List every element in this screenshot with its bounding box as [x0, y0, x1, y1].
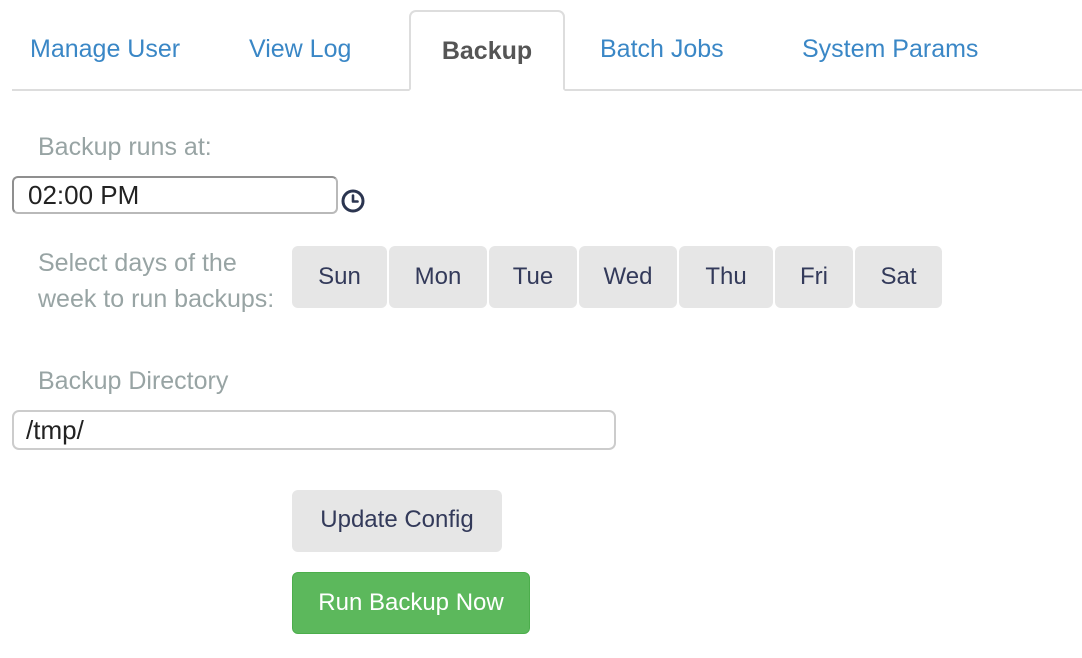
backup-time-input[interactable] [12, 176, 338, 214]
backup-directory-label: Backup Directory [38, 367, 229, 395]
day-button-tue[interactable]: Tue [489, 246, 577, 308]
clock-icon[interactable] [340, 188, 366, 214]
day-button-sun[interactable]: Sun [292, 246, 387, 308]
backup-time-label: Backup runs at: [38, 133, 212, 161]
tab-view-log[interactable]: View Log [249, 10, 399, 89]
update-config-button[interactable]: Update Config [292, 490, 502, 552]
days-label: Select days of the week to run backups: [38, 249, 275, 313]
tab-system-params[interactable]: System Params [802, 10, 1022, 89]
run-backup-now-button[interactable]: Run Backup Now [292, 572, 530, 634]
tab-manage-user[interactable]: Manage User [30, 10, 216, 89]
tab-batch-jobs[interactable]: Batch Jobs [600, 10, 760, 89]
day-button-mon[interactable]: Mon [389, 246, 487, 308]
day-button-thu[interactable]: Thu [679, 246, 773, 308]
day-button-wed[interactable]: Wed [579, 246, 677, 308]
day-button-fri[interactable]: Fri [775, 246, 853, 308]
backup-directory-input[interactable] [12, 410, 616, 450]
tab-backup[interactable]: Backup [409, 10, 565, 91]
nav-tabs: Manage User View Log Backup Batch Jobs S… [12, 10, 1082, 91]
day-button-sat[interactable]: Sat [855, 246, 942, 308]
